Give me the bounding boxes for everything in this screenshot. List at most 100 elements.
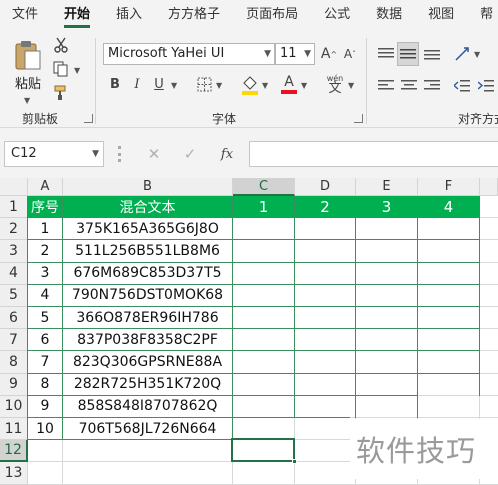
tab-开始[interactable]: 开始 <box>64 0 91 30</box>
tab-公式[interactable]: 公式 <box>324 0 350 30</box>
copy-dropdown-icon[interactable]: ▼ <box>74 66 80 75</box>
data-cell-A6[interactable]: 5 <box>28 307 62 328</box>
data-cell-A9[interactable]: 8 <box>28 374 62 395</box>
chevron-down-icon: ▼ <box>304 49 311 59</box>
tab-方方格子[interactable]: 方方格子 <box>168 0 220 30</box>
formula-bar-grip-icon[interactable] <box>118 146 121 162</box>
row-header-13[interactable]: 13 <box>0 462 28 485</box>
row-header-8[interactable]: 8 <box>0 351 28 374</box>
column-header-E[interactable]: E <box>356 178 418 196</box>
align-center-icon[interactable] <box>399 76 419 96</box>
column-header-C[interactable]: C <box>233 178 295 196</box>
row-header-1[interactable]: 1 <box>0 196 28 219</box>
align-left-icon[interactable] <box>376 76 396 96</box>
row-header-4[interactable]: 4 <box>0 262 28 285</box>
header-cell-E[interactable]: 3 <box>356 196 417 218</box>
copy-icon[interactable] <box>52 60 70 78</box>
data-cell-B10[interactable]: 858S848I8707862Q <box>63 396 232 417</box>
increase-indent-icon[interactable] <box>476 76 496 96</box>
row-header-12[interactable]: 12 <box>0 440 28 463</box>
header-cell-F[interactable]: 4 <box>418 196 479 218</box>
fill-color-dropdown-icon[interactable]: ▼ <box>262 81 268 90</box>
row-header-3[interactable]: 3 <box>0 240 28 263</box>
row-header-2[interactable]: 2 <box>0 218 28 241</box>
data-cell-A5[interactable]: 4 <box>28 285 62 306</box>
data-cell-A2[interactable]: 1 <box>28 218 62 239</box>
formula-input[interactable] <box>249 141 498 167</box>
tab-插入[interactable]: 插入 <box>116 0 142 30</box>
phonetic-guide-icon[interactable]: wén 文 <box>323 72 347 96</box>
row-header-7[interactable]: 7 <box>0 329 28 352</box>
align-bottom-icon[interactable] <box>422 44 442 64</box>
orientation-dropdown-icon[interactable]: ▼ <box>474 50 480 59</box>
italic-button[interactable]: I <box>128 74 146 94</box>
format-painter-icon[interactable] <box>52 84 70 102</box>
data-cell-A7[interactable]: 6 <box>28 329 62 350</box>
column-header-D[interactable]: D <box>295 178 356 196</box>
data-cell-B8[interactable]: 823Q306GPSRNE88A <box>63 351 232 372</box>
paste-dropdown-icon[interactable]: ▼ <box>24 96 30 105</box>
data-cell-A3[interactable]: 2 <box>28 240 62 261</box>
column-header-partial[interactable] <box>480 178 498 196</box>
data-cell-A4[interactable]: 3 <box>28 263 62 284</box>
tab-视图[interactable]: 视图 <box>428 0 454 30</box>
header-cell-A[interactable]: 序号 <box>28 196 62 218</box>
column-header-F[interactable]: F <box>418 178 480 196</box>
clipboard-dialog-launcher-icon[interactable] <box>84 114 93 123</box>
font-size-select[interactable]: 11 ▼ <box>275 43 315 65</box>
data-cell-B11[interactable]: 706T568JL726N664 <box>63 418 232 439</box>
insert-function-icon[interactable]: fx <box>216 143 238 165</box>
enter-icon[interactable]: ✓ <box>180 143 200 165</box>
row-header-10[interactable]: 10 <box>0 395 28 418</box>
tab-帮[interactable]: 帮 <box>480 0 493 30</box>
header-cell-B[interactable]: 混合文本 <box>63 196 232 218</box>
row-header-9[interactable]: 9 <box>0 373 28 396</box>
selected-cell[interactable] <box>231 438 295 463</box>
font-color-icon[interactable]: A <box>280 73 298 95</box>
data-cell-B2[interactable]: 375K165A365G6J8O <box>63 218 232 239</box>
increase-font-size-icon[interactable]: A ^ <box>319 44 339 64</box>
align-top-icon[interactable] <box>376 44 396 64</box>
decrease-indent-icon[interactable] <box>452 76 472 96</box>
paste-button[interactable]: 粘贴 <box>10 36 46 94</box>
borders-icon[interactable] <box>194 74 214 94</box>
cancel-icon[interactable]: ✕ <box>144 143 164 165</box>
data-cell-B5[interactable]: 790N756DST0MOK68 <box>63 285 232 306</box>
data-cell-B3[interactable]: 511L256B551LB8M6 <box>63 240 232 261</box>
column-header-B[interactable]: B <box>63 178 233 196</box>
select-all-corner[interactable] <box>0 178 28 196</box>
cut-icon[interactable] <box>52 36 70 54</box>
orientation-icon[interactable] <box>452 44 472 64</box>
data-cell-A10[interactable]: 9 <box>28 396 62 417</box>
tab-数据[interactable]: 数据 <box>376 0 402 30</box>
borders-dropdown-icon[interactable]: ▼ <box>216 81 222 90</box>
phonetic-dropdown-icon[interactable]: ▼ <box>348 81 354 90</box>
header-cell-C[interactable]: 1 <box>233 196 294 218</box>
data-cell-A11[interactable]: 10 <box>28 418 62 439</box>
row-header-11[interactable]: 11 <box>0 418 28 441</box>
fill-handle-icon[interactable] <box>292 459 297 465</box>
data-cell-B6[interactable]: 366O878ER96IH786 <box>63 307 232 328</box>
row-header-5[interactable]: 5 <box>0 284 28 307</box>
bold-button[interactable]: B <box>106 74 124 94</box>
data-cell-B4[interactable]: 676M689C853D37T5 <box>63 263 232 284</box>
header-cell-D[interactable]: 2 <box>295 196 355 218</box>
font-dialog-launcher-icon[interactable] <box>354 114 363 123</box>
row-header-6[interactable]: 6 <box>0 307 28 330</box>
underline-dropdown-icon[interactable]: ▼ <box>171 81 177 90</box>
column-header-A[interactable]: A <box>28 178 63 196</box>
font-color-dropdown-icon[interactable]: ▼ <box>301 81 307 90</box>
align-middle-icon[interactable] <box>397 42 419 66</box>
table-border <box>28 372 480 374</box>
decrease-font-size-icon[interactable]: Aˇ <box>340 44 360 64</box>
fill-color-icon[interactable] <box>240 74 260 96</box>
name-box[interactable]: C12 ▼ <box>4 141 104 167</box>
data-cell-B9[interactable]: 282R725H351K720Q <box>63 374 232 395</box>
underline-button[interactable]: U <box>150 74 168 94</box>
data-cell-A8[interactable]: 7 <box>28 351 62 372</box>
font-name-select[interactable]: Microsoft YaHei UI ▼ <box>103 43 275 65</box>
tab-文件[interactable]: 文件 <box>12 0 38 30</box>
data-cell-B7[interactable]: 837P038F8358C2PF <box>63 329 232 350</box>
align-right-icon[interactable] <box>422 76 442 96</box>
tab-页面布局[interactable]: 页面布局 <box>246 0 298 30</box>
